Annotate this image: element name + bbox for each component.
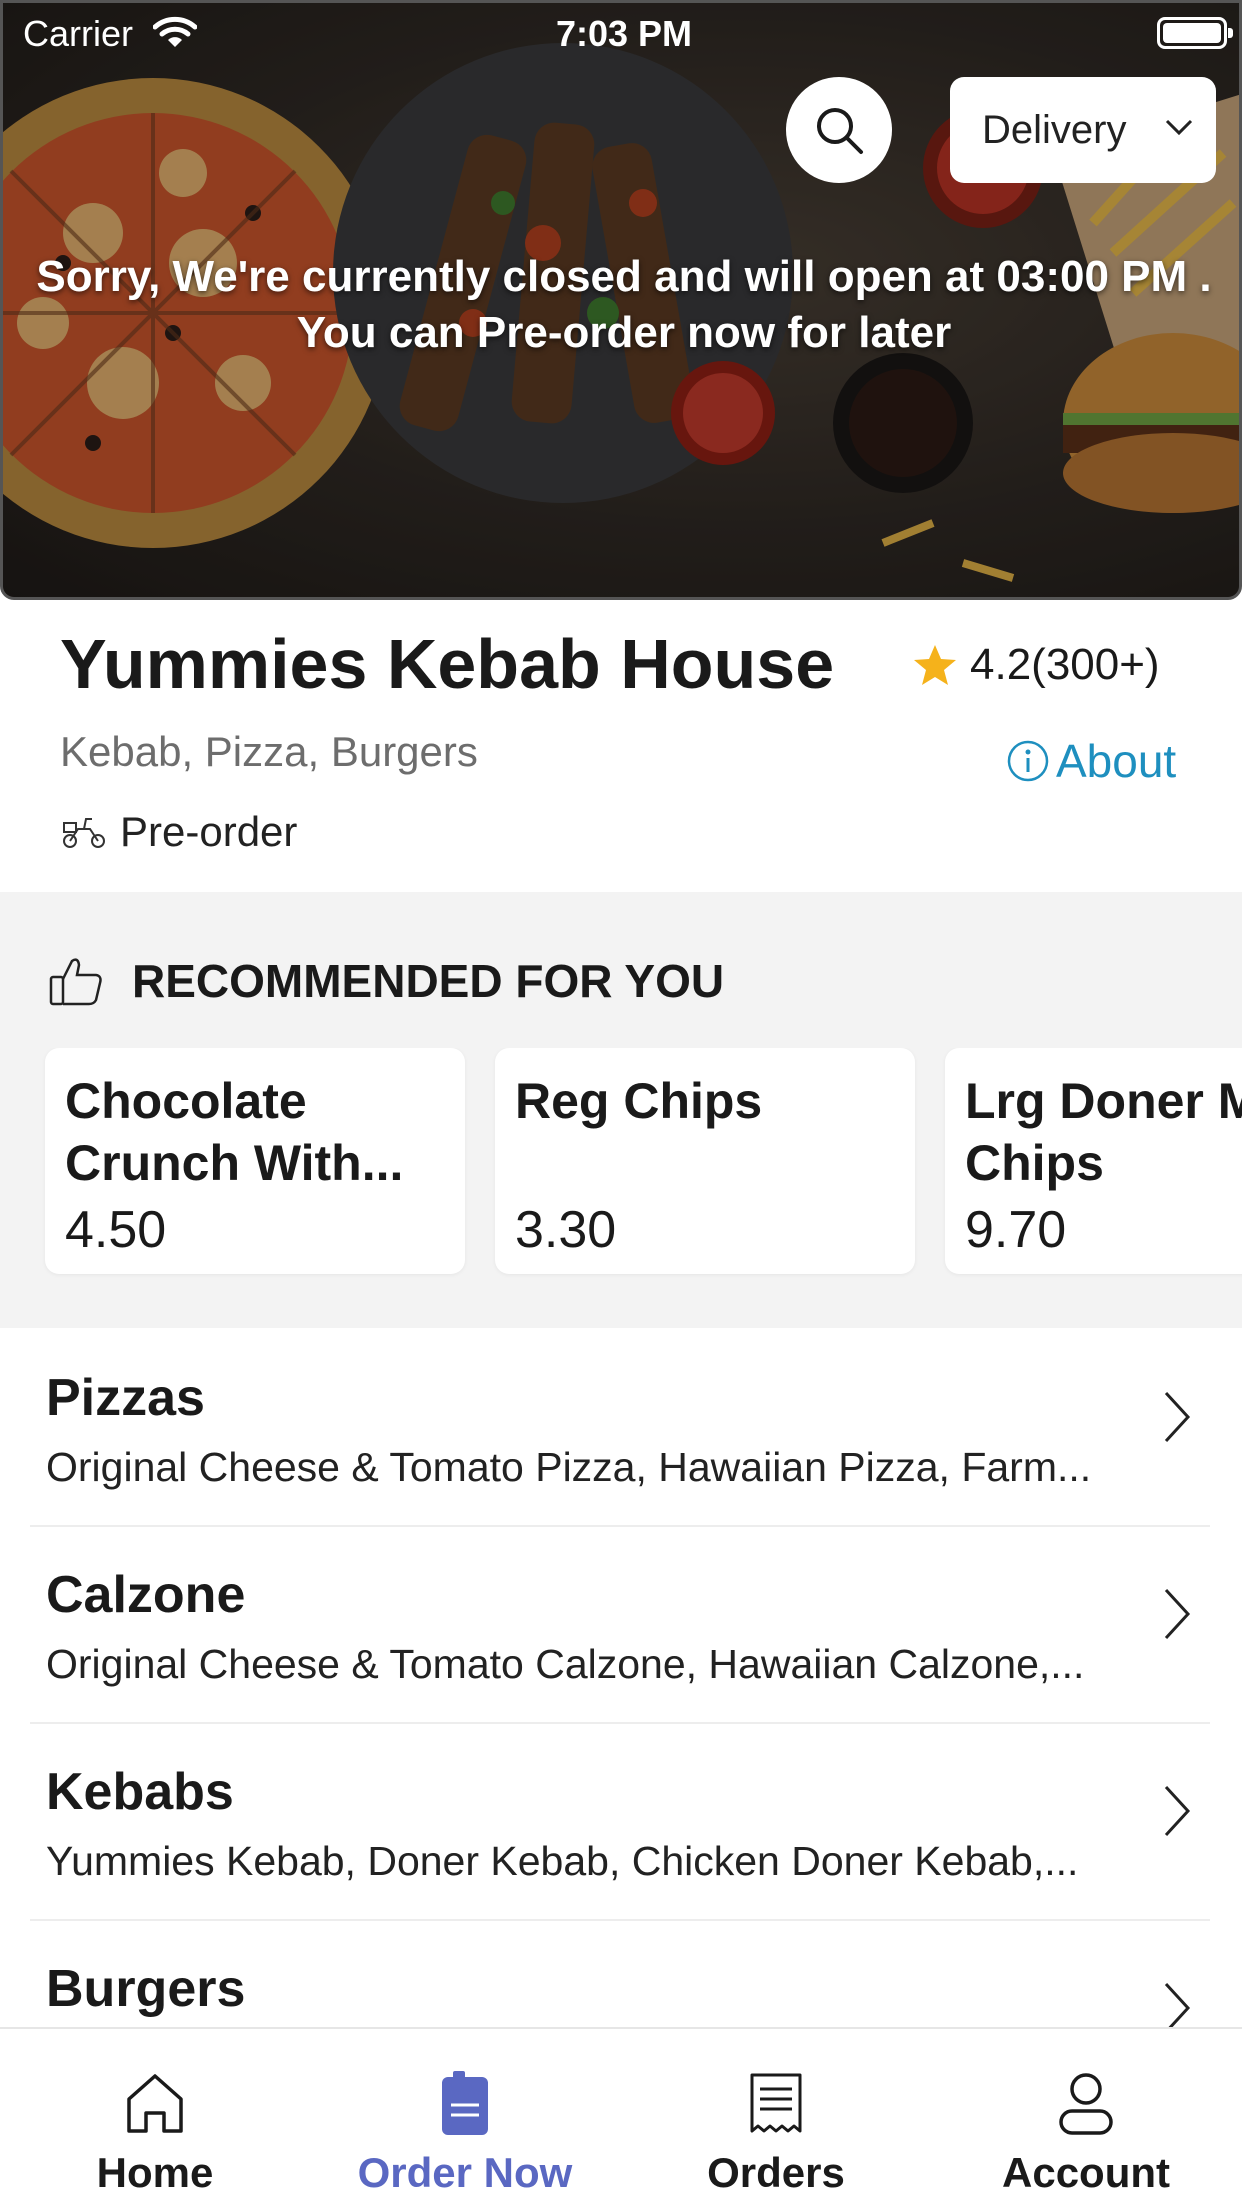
chevron-right-icon	[1164, 1588, 1191, 1640]
recommended-card[interactable]: Chocolate Crunch With... 4.50	[45, 1048, 465, 1274]
tab-orders-label: Orders	[707, 2149, 845, 2196]
battery-icon	[1157, 17, 1233, 49]
tab-home-label: Home	[96, 2149, 214, 2196]
category-items-preview: Yummies Kebab, Doner Kebab, Chicken Done…	[46, 1838, 1079, 1884]
category-row-kebabs[interactable]: Kebabs Yummies Kebab, Doner Kebab, Chick…	[30, 1724, 1210, 1921]
recommended-carousel[interactable]: Chocolate Crunch With... 4.50 Reg Chips …	[0, 1048, 1242, 1278]
recommended-item-price: 3.30	[515, 1201, 617, 1259]
recommended-card[interactable]: Lrg Doner M & Chips 9.70	[945, 1048, 1242, 1274]
tab-account[interactable]: Account	[931, 2029, 1241, 2208]
cuisine-list: Kebab, Pizza, Burgers	[60, 728, 478, 775]
category-name: Pizzas	[46, 1369, 205, 1427]
tab-account-label: Account	[1002, 2149, 1170, 2196]
recommended-item-price: 9.70	[965, 1201, 1067, 1259]
scooter-icon	[63, 818, 105, 848]
category-name: Calzone	[46, 1566, 246, 1624]
recommended-section: RECOMMENDED FOR YOU Chocolate Crunch Wit…	[0, 892, 1242, 1328]
category-row-pizzas[interactable]: Pizzas Original Cheese & Tomato Pizza, H…	[30, 1330, 1210, 1527]
receipt-icon	[750, 2073, 802, 2133]
order-menu-icon	[442, 2071, 488, 2135]
chevron-down-icon	[1165, 119, 1193, 136]
search-button[interactable]	[786, 77, 892, 183]
about-link[interactable]: About	[1006, 734, 1176, 788]
star-icon	[914, 645, 956, 685]
status-bar: Carrier 7:03 PM	[3, 3, 1239, 63]
info-icon	[1007, 740, 1049, 782]
chevron-right-icon	[1164, 1391, 1191, 1443]
category-row-calzone[interactable]: Calzone Original Cheese & Tomato Calzone…	[30, 1527, 1210, 1724]
chevron-right-icon	[1164, 1785, 1191, 1837]
thumbs-up-icon	[49, 958, 102, 1006]
tab-bar: Home Order Now Orders Account	[0, 2027, 1242, 2208]
closed-notice-line2: You can Pre-order now for later	[296, 308, 952, 357]
clock-time: 7:03 PM	[555, 13, 693, 54]
category-name: Burgers	[46, 1960, 246, 2018]
about-label: About	[1056, 735, 1177, 787]
rating: 4.2(300+)	[912, 640, 1160, 690]
closed-notice: Sorry, We're currently closed and will o…	[3, 249, 1239, 361]
recommended-card[interactable]: Reg Chips 3.30	[495, 1048, 915, 1274]
home-icon	[127, 2074, 183, 2133]
category-name: Kebabs	[46, 1763, 234, 1821]
search-icon	[817, 108, 863, 154]
delivery-mode-dropdown[interactable]: Delivery	[950, 77, 1216, 183]
preorder-indicator: Pre-order	[60, 808, 297, 856]
closed-notice-line1: Sorry, We're currently closed and will o…	[36, 252, 1212, 301]
category-items-preview: Original Cheese & Tomato Calzone, Hawaii…	[46, 1641, 1085, 1687]
recommended-item-name: Chocolate Crunch With...	[65, 1073, 404, 1191]
recommended-title: RECOMMENDED FOR YOU	[132, 955, 725, 1007]
tab-orders[interactable]: Orders	[621, 2029, 931, 2208]
preorder-label: Pre-order	[120, 808, 298, 855]
recommended-item-name: Reg Chips	[515, 1073, 763, 1129]
recommended-item-name: Lrg Doner M & Chips	[965, 1073, 1242, 1191]
tab-order-now-label: Order Now	[357, 2149, 573, 2196]
hero-banner: Carrier 7:03 PM Delivery Sorry, We're cu…	[0, 0, 1242, 600]
user-icon	[1059, 2073, 1113, 2135]
delivery-mode-label: Delivery	[982, 107, 1127, 152]
category-items-preview: Original Cheese & Tomato Pizza, Hawaiian…	[46, 1444, 1092, 1490]
recommended-item-price: 4.50	[65, 1201, 167, 1259]
restaurant-name: Yummies Kebab House	[60, 625, 835, 703]
rating-value: 4.2(300+)	[970, 640, 1160, 689]
tab-order-now[interactable]: Order Now	[310, 2029, 620, 2208]
recommended-header: RECOMMENDED FOR YOU	[48, 954, 724, 1008]
tab-home[interactable]: Home	[0, 2029, 310, 2208]
